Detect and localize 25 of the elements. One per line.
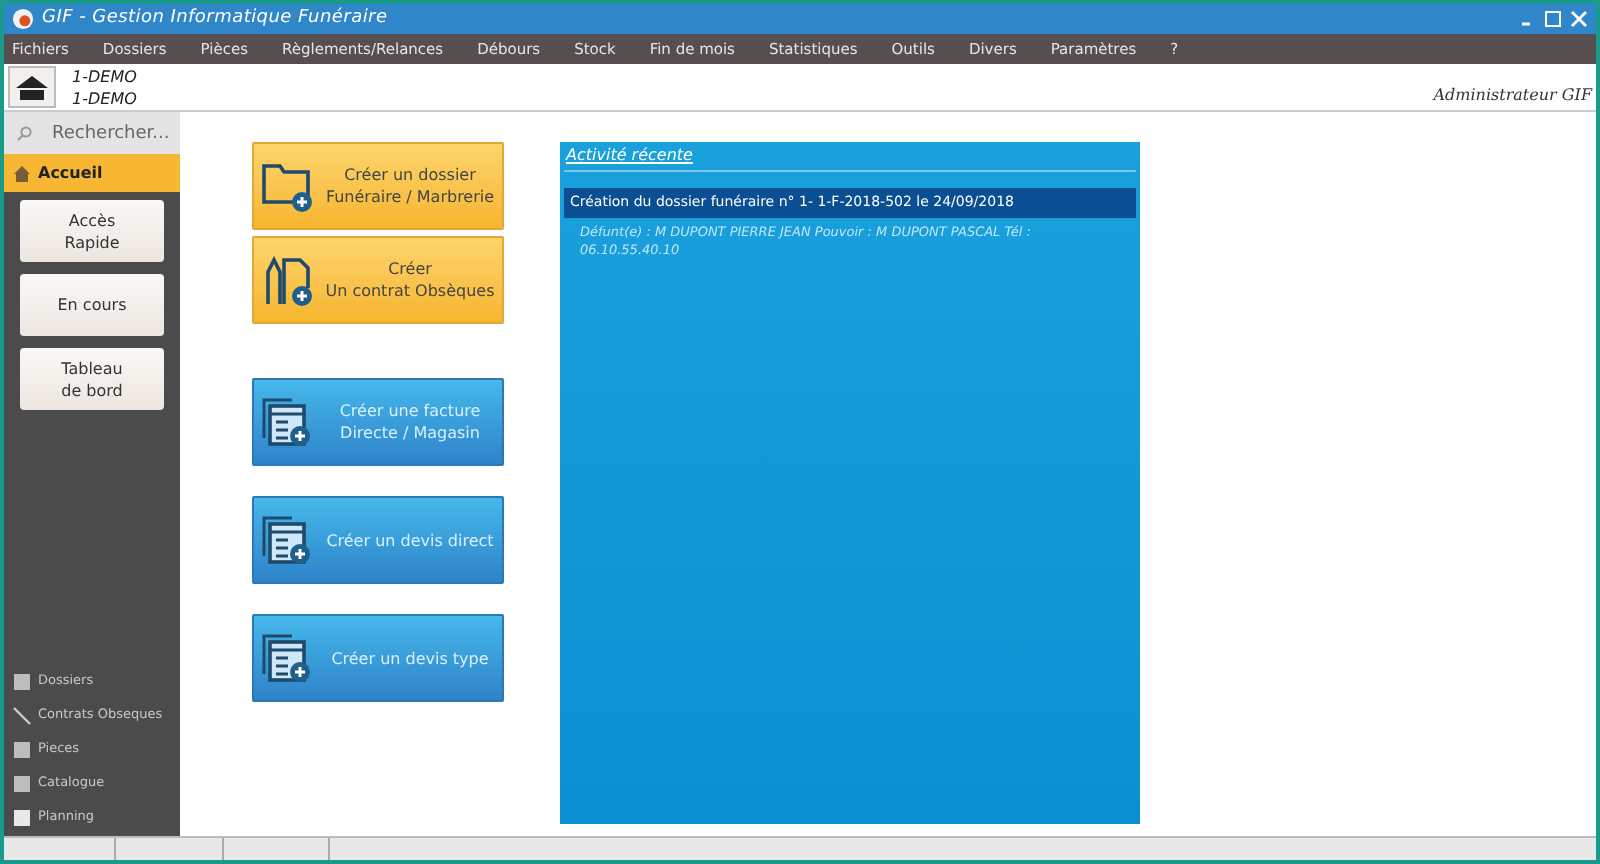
folder-add-icon (260, 158, 316, 214)
home-button[interactable] (8, 66, 56, 108)
app-logo-icon (12, 8, 34, 30)
user-name: Administrateur GIF (1433, 84, 1592, 108)
form-add-icon (260, 630, 316, 686)
search-icon (16, 126, 32, 142)
search-field[interactable]: Rechercher... (4, 112, 180, 154)
maximize-icon[interactable] (1544, 10, 1562, 28)
action-button[interactable]: Créer Un contrat Obsèques (252, 236, 504, 324)
pen-icon (12, 706, 32, 726)
form-add-icon (260, 394, 316, 450)
window-title: GIF - Gestion Informatique Funéraire (42, 5, 388, 32)
close-icon[interactable] (1570, 10, 1588, 28)
shortcut-button[interactable]: En cours (20, 274, 164, 336)
form-add-icon (260, 512, 316, 568)
company-code: 1-DEMO (72, 65, 137, 87)
shortcut-button[interactable]: Tableau de bord (20, 348, 164, 410)
action-button[interactable]: Créer un dossier Funéraire / Marbrerie (252, 142, 504, 230)
section-tab[interactable]: Accueil (4, 154, 180, 192)
home-icon (14, 165, 30, 181)
company-code: 1-DEMO (72, 87, 137, 109)
home-icon (16, 75, 48, 99)
panel-title: Activité récente (564, 142, 1136, 172)
shortcut-button[interactable]: Accès Rapide (20, 200, 164, 262)
document-add-icon (260, 252, 316, 308)
